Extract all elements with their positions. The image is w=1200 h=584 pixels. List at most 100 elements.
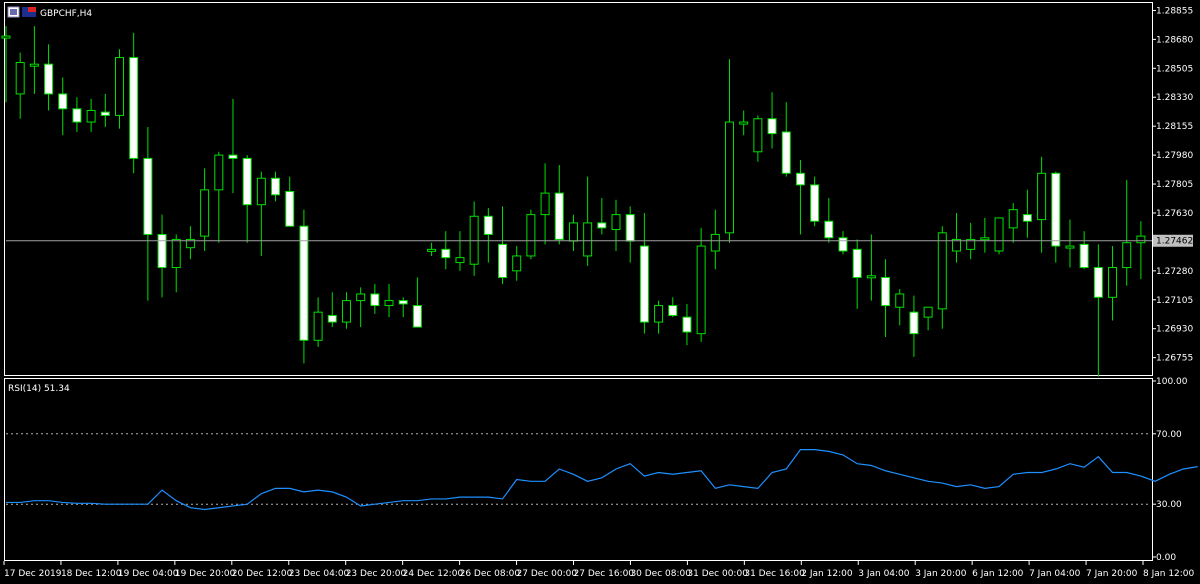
time-tick-label: 27 Dec 00:00 (517, 569, 578, 579)
candle (299, 209, 309, 364)
candle-body (725, 121, 735, 234)
chart-title: GBPCHF,H4 (40, 9, 92, 19)
price-panel-frame (4, 2, 1153, 376)
candle-body (838, 237, 848, 252)
rsi-tick-label: 30.00 (1156, 500, 1182, 510)
time-tick-label: 3 Jan 04:00 (858, 569, 910, 579)
candle-body (909, 311, 919, 335)
price-tick-label: 1.27630 (1156, 209, 1193, 219)
time-tick-label: 2 Jan 12:00 (801, 569, 853, 579)
candle-body (824, 220, 834, 239)
candle-body (696, 245, 706, 335)
time-tick-label: 19 Dec 04:00 (118, 569, 179, 579)
price-tick-label: 1.28505 (1156, 64, 1193, 74)
candle-body (1037, 172, 1047, 221)
candle-body (157, 233, 167, 269)
candle-body (1022, 214, 1032, 222)
candle-body (29, 63, 39, 67)
candle-body (852, 248, 862, 278)
candle-body (214, 154, 224, 191)
candle-body (427, 248, 437, 252)
rsi-title: RSI(14) 51.34 (8, 384, 70, 394)
candle-body (554, 192, 564, 240)
candle-body (200, 189, 210, 237)
candle-body (58, 93, 68, 110)
candle-body (1, 35, 11, 39)
price-tick-label: 1.26930 (1156, 325, 1193, 335)
candle-body (72, 108, 82, 123)
time-tick-label: 7 Jan 04:00 (1029, 569, 1081, 579)
time-tick-label: 3 Jan 20:00 (915, 569, 967, 579)
candle (526, 209, 536, 260)
candle-body (866, 275, 876, 279)
price-tick-label: 1.28855 (1156, 6, 1193, 16)
candle-body (441, 248, 451, 259)
candle-body (86, 109, 96, 123)
candle-body (299, 225, 309, 341)
time-tick-label: 26 Dec 08:00 (460, 569, 521, 579)
rsi-tick-label: 70.00 (1156, 430, 1182, 440)
candle-body (767, 118, 777, 135)
time-tick-label: 23 Dec 20:00 (346, 569, 407, 579)
candle-body (1008, 209, 1018, 229)
candle-body (129, 57, 139, 159)
time-tick-label: 27 Dec 16:00 (574, 569, 635, 579)
rsi-panel-frame (4, 378, 1153, 561)
candle-body (540, 192, 550, 216)
candle-body (398, 300, 408, 305)
price-tick-label: 1.27280 (1156, 267, 1193, 277)
candle-body (1065, 245, 1075, 249)
candle-body (1136, 235, 1146, 244)
candle-body (739, 121, 749, 125)
candle-body (271, 177, 281, 196)
candle-body (980, 237, 990, 241)
candle-body (498, 243, 508, 278)
time-tick-label: 18 Dec 12:00 (61, 569, 122, 579)
time-tick-label: 17 Dec 2019 (4, 569, 62, 579)
time-tick-label: 23 Dec 04:00 (289, 569, 350, 579)
candle-body (15, 62, 25, 95)
candle-body (1108, 267, 1118, 298)
candle-body (568, 222, 578, 242)
price-tick-label: 1.27980 (1156, 151, 1193, 161)
candle-body (583, 222, 593, 257)
candle-body (1079, 243, 1089, 269)
candle-body (682, 316, 692, 333)
candle-body (370, 293, 380, 307)
candle-body (285, 190, 295, 227)
time-tick-label: 24 Dec 12:00 (403, 569, 464, 579)
candle-body (256, 177, 266, 206)
time-tick-label: 7 Jan 20:00 (1086, 569, 1138, 579)
rsi-tick-label: 0.00 (1156, 553, 1176, 563)
candle-body (171, 238, 181, 269)
time-tick-label: 19 Dec 20:00 (175, 569, 236, 579)
chart-canvas: 1.28855 1.28680 1.28505 1.28330 1.28155 1.279… (1, 2, 1198, 579)
price-tick-label: 1.28680 (1156, 35, 1193, 45)
candle-body (384, 300, 394, 307)
time-tick-label: 31 Dec 16:00 (744, 569, 805, 579)
candle-body (242, 157, 252, 206)
price-tick-label: 1.28330 (1156, 93, 1193, 103)
candle-body (526, 214, 536, 257)
candle-body (923, 306, 933, 318)
candle-body (356, 293, 366, 302)
price-tick-label: 1.26755 (1156, 354, 1193, 364)
candle-body (455, 257, 465, 264)
candle-body (1093, 267, 1103, 298)
candle-body (611, 214, 621, 231)
time-tick-label: 6 Jan 12:00 (972, 569, 1024, 579)
flag-icon (22, 7, 36, 17)
candle-body (795, 172, 805, 186)
time-tick-label: 8 Jan 12:00 (1143, 569, 1195, 579)
candle-body (810, 184, 820, 222)
current-price-label: 1.27462 (1156, 237, 1193, 247)
candle-body (1051, 172, 1061, 247)
candle-body (781, 131, 791, 174)
price-tick-label: 1.28155 (1156, 122, 1193, 132)
candle-body (881, 276, 891, 307)
rsi-tick-label: 100.00 (1156, 377, 1188, 387)
price-axis: 1.28855 1.28680 1.28505 1.28330 1.28155 1.279… (1152, 6, 1193, 364)
candle-body (895, 293, 905, 308)
candle-body (313, 311, 323, 341)
candle-body (625, 214, 635, 242)
